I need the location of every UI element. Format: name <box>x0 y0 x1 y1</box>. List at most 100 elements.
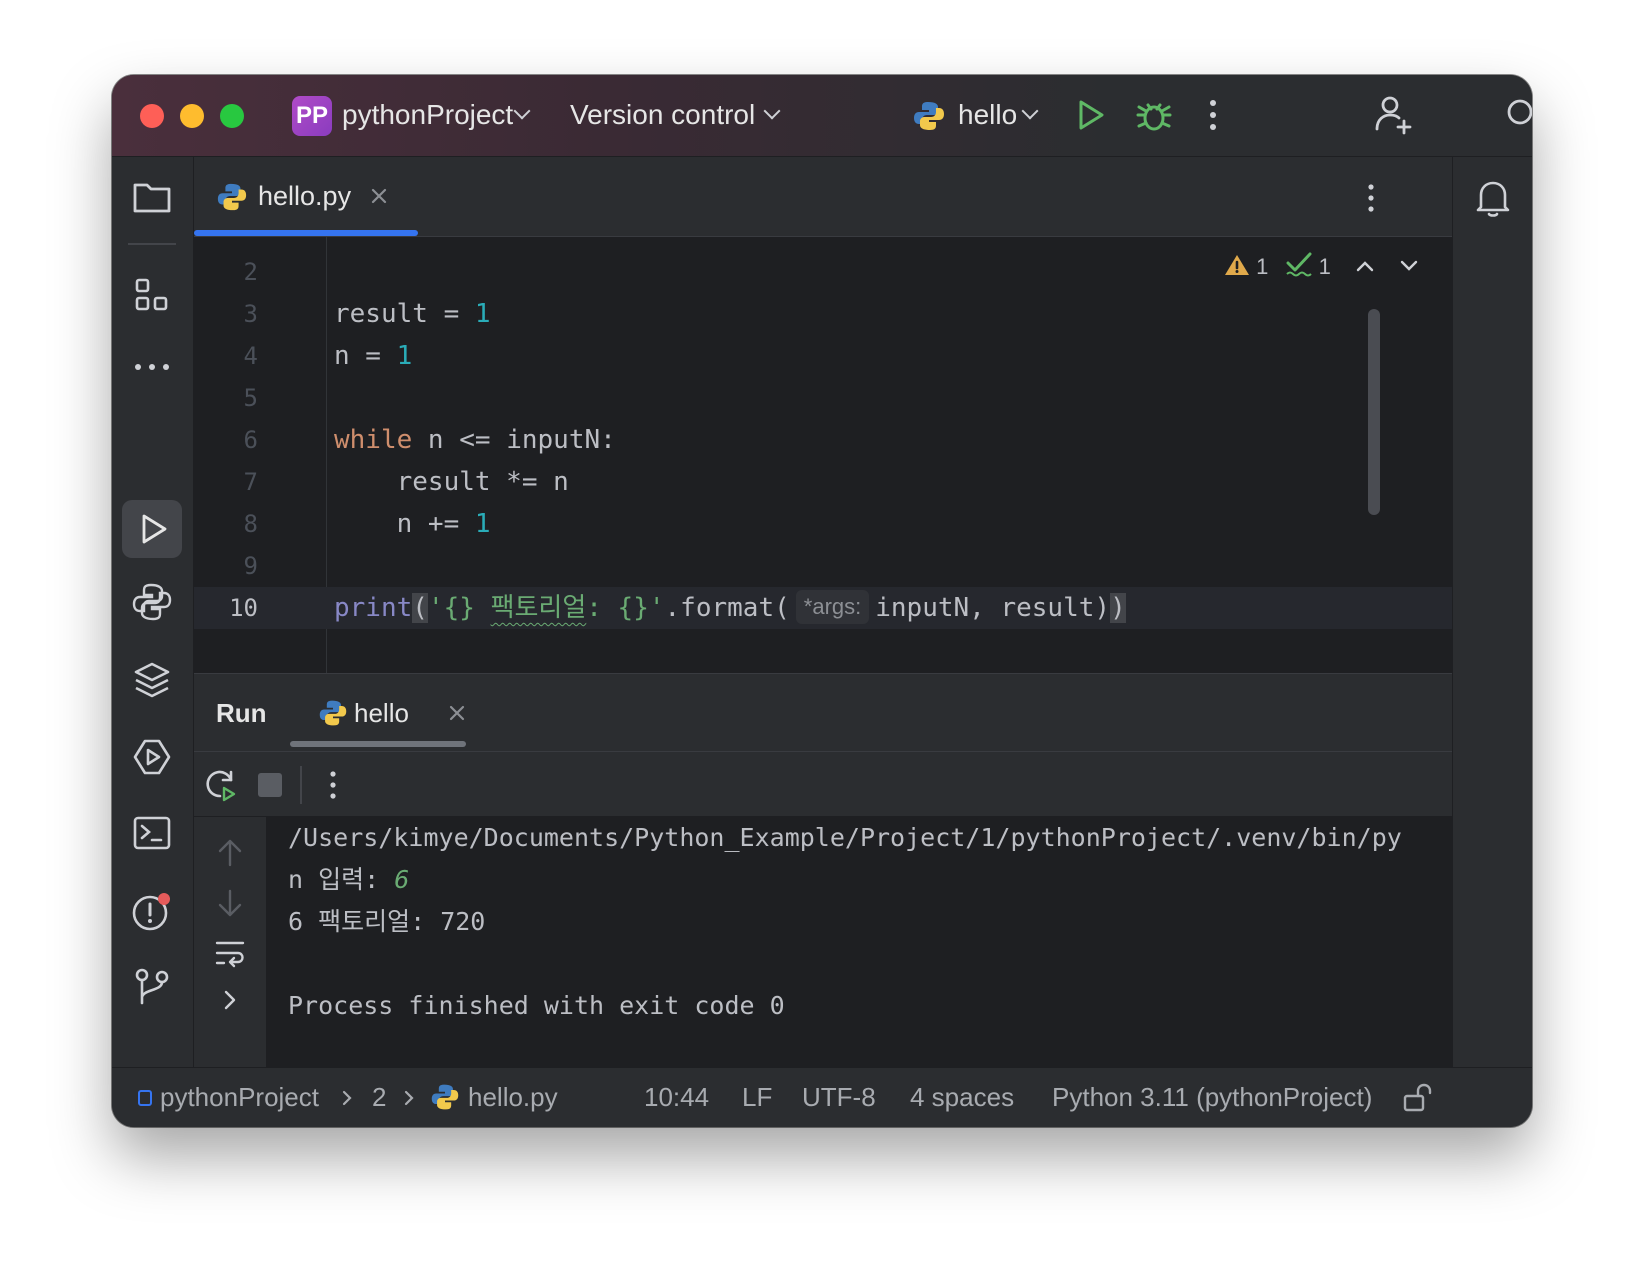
breadcrumb-chevron-right-icon <box>342 1090 352 1106</box>
zoom-window-button[interactable] <box>220 104 244 128</box>
editor-scrollbar-thumb[interactable] <box>1368 309 1380 515</box>
project-selector[interactable]: pythonProject <box>342 99 513 131</box>
python-file-icon <box>431 1084 459 1110</box>
python-packages-icon[interactable] <box>132 660 172 700</box>
console-side-toolbar <box>194 817 266 1067</box>
parameter-hint: *args: <box>795 590 870 624</box>
console-output-path: /Users/kimye/Documents/Python_Example/Pr… <box>288 823 1402 852</box>
breadcrumb-chevron-right-icon <box>404 1090 414 1106</box>
tab-hello-py[interactable]: hello.py <box>194 157 418 237</box>
console-output-result: 6 팩토리얼: 720 <box>288 907 486 936</box>
caret-position[interactable]: 10:44 <box>644 1082 709 1113</box>
python-file-icon <box>217 183 247 211</box>
git-branch-icon[interactable] <box>132 967 172 1007</box>
tool-strip-divider <box>128 243 176 245</box>
run-panel-title: Run <box>216 698 267 728</box>
scroll-down-arrow-icon[interactable] <box>216 887 244 919</box>
services-icon[interactable] <box>132 737 172 777</box>
close-window-button[interactable] <box>140 104 164 128</box>
code-line-current: 10 print('{} 팩토리얼: {}'.format(*args: inpu… <box>194 587 1452 629</box>
minimize-window-button[interactable] <box>180 104 204 128</box>
run-console[interactable]: /Users/kimye/Documents/Python_Example/Pr… <box>194 817 1452 1067</box>
project-folder-icon[interactable] <box>132 179 172 215</box>
breadcrumb-file[interactable]: hello.py <box>468 1082 558 1113</box>
python-icon <box>319 700 347 726</box>
terminal-icon[interactable] <box>132 815 172 851</box>
rerun-icon[interactable] <box>204 768 238 802</box>
active-tab-indicator <box>194 230 418 236</box>
expand-chevron-right-icon[interactable] <box>220 987 240 1013</box>
stop-icon[interactable] <box>258 773 282 797</box>
code-line: 9 <box>194 545 1452 587</box>
line-number: 5 <box>243 384 258 412</box>
line-number: 10 <box>229 594 258 622</box>
code-text: result = 1 <box>334 299 491 329</box>
python-console-icon[interactable] <box>132 582 172 622</box>
line-number: 6 <box>243 426 258 454</box>
indent-setting[interactable]: 4 spaces <box>910 1082 1014 1113</box>
line-number: 9 <box>243 552 258 580</box>
debug-bug-icon[interactable] <box>1134 95 1174 135</box>
run-config-selector[interactable]: hello <box>958 99 1017 131</box>
search-icon[interactable] <box>1504 97 1532 133</box>
run-panel-header: Run hello <box>194 673 1452 751</box>
code-text: n += 1 <box>334 509 491 539</box>
editor-more-icon[interactable] <box>1364 181 1378 215</box>
status-bar: pythonProject 2 hello.py 10:44 LF UTF-8 … <box>112 1067 1532 1127</box>
breadcrumb-project[interactable]: pythonProject <box>160 1082 319 1113</box>
run-tab-indicator <box>290 741 466 747</box>
notifications-bell-icon[interactable] <box>1473 177 1513 219</box>
console-output-prompt: n 입력: 6 <box>288 865 410 894</box>
python-icon <box>914 102 944 130</box>
title-bar: PP pythonProject Version control hello <box>112 75 1532 157</box>
code-line: 3 result = 1 <box>194 293 1452 335</box>
toolbar-divider <box>300 766 302 804</box>
run-toolbar <box>194 751 1452 817</box>
more-vertical-icon[interactable] <box>1206 97 1220 133</box>
code-line: 8 n += 1 <box>194 503 1452 545</box>
right-tool-strip <box>1452 157 1532 1067</box>
problems-icon[interactable] <box>130 889 174 933</box>
code-text: n = 1 <box>334 341 413 371</box>
code-line-partial: ━ ╶ ━ ╶ ━ ╶ ━━ <box>194 237 1452 251</box>
code-text: result *= n <box>334 467 569 497</box>
version-control-menu[interactable]: Version control <box>570 99 755 131</box>
code-text-partial: ━ ╶ ━ ╶ ━ ╶ ━━ <box>334 237 772 251</box>
run-tool-active-bg[interactable] <box>122 500 182 558</box>
tab-close-icon[interactable] <box>370 187 388 205</box>
run-more-icon[interactable] <box>326 768 340 802</box>
line-number: 7 <box>243 468 258 496</box>
run-config-chevron-down-icon[interactable] <box>1021 102 1039 120</box>
code-editor[interactable]: 1 1 ━ ╶ ━ ╶ ━ ╶ ━━ 2 3 result = 1 <box>194 237 1452 727</box>
run-tab-close-icon[interactable] <box>448 704 466 722</box>
project-chevron-down-icon[interactable] <box>513 102 531 120</box>
run-tab-label: hello <box>354 698 409 728</box>
ide-window: PP pythonProject Version control hello h… <box>112 75 1532 1127</box>
line-number: 3 <box>243 300 258 328</box>
structure-icon[interactable] <box>134 277 170 313</box>
run-icon[interactable] <box>1072 97 1108 133</box>
run-tool-icon[interactable] <box>136 512 170 546</box>
more-horizontal-icon[interactable] <box>132 357 172 377</box>
code-line: 6 while n <= inputN: <box>194 419 1452 461</box>
unlock-icon[interactable] <box>1402 1082 1432 1114</box>
vcs-chevron-down-icon[interactable] <box>763 102 781 120</box>
line-number: 8 <box>243 510 258 538</box>
code-line: 5 <box>194 377 1452 419</box>
project-module-icon <box>138 1090 152 1106</box>
line-separator[interactable]: LF <box>742 1082 772 1113</box>
python-interpreter[interactable]: Python 3.11 (pythonProject) <box>1052 1082 1372 1113</box>
breadcrumb-folder[interactable]: 2 <box>372 1082 386 1113</box>
scroll-up-arrow-icon[interactable] <box>216 837 244 869</box>
soft-wrap-icon[interactable] <box>214 937 246 969</box>
code-line: 4 n = 1 <box>194 335 1452 377</box>
project-badge[interactable]: PP <box>292 96 332 136</box>
console-output-exit: Process finished with exit code 0 <box>288 991 785 1020</box>
add-user-icon[interactable] <box>1372 93 1416 137</box>
editor-tab-bar: hello.py <box>194 157 1452 237</box>
file-encoding[interactable]: UTF-8 <box>802 1082 876 1113</box>
code-line: 2 <box>194 251 1452 293</box>
line-number: 4 <box>243 342 258 370</box>
tab-label: hello.py <box>258 181 352 211</box>
line-number: 2 <box>243 258 258 286</box>
